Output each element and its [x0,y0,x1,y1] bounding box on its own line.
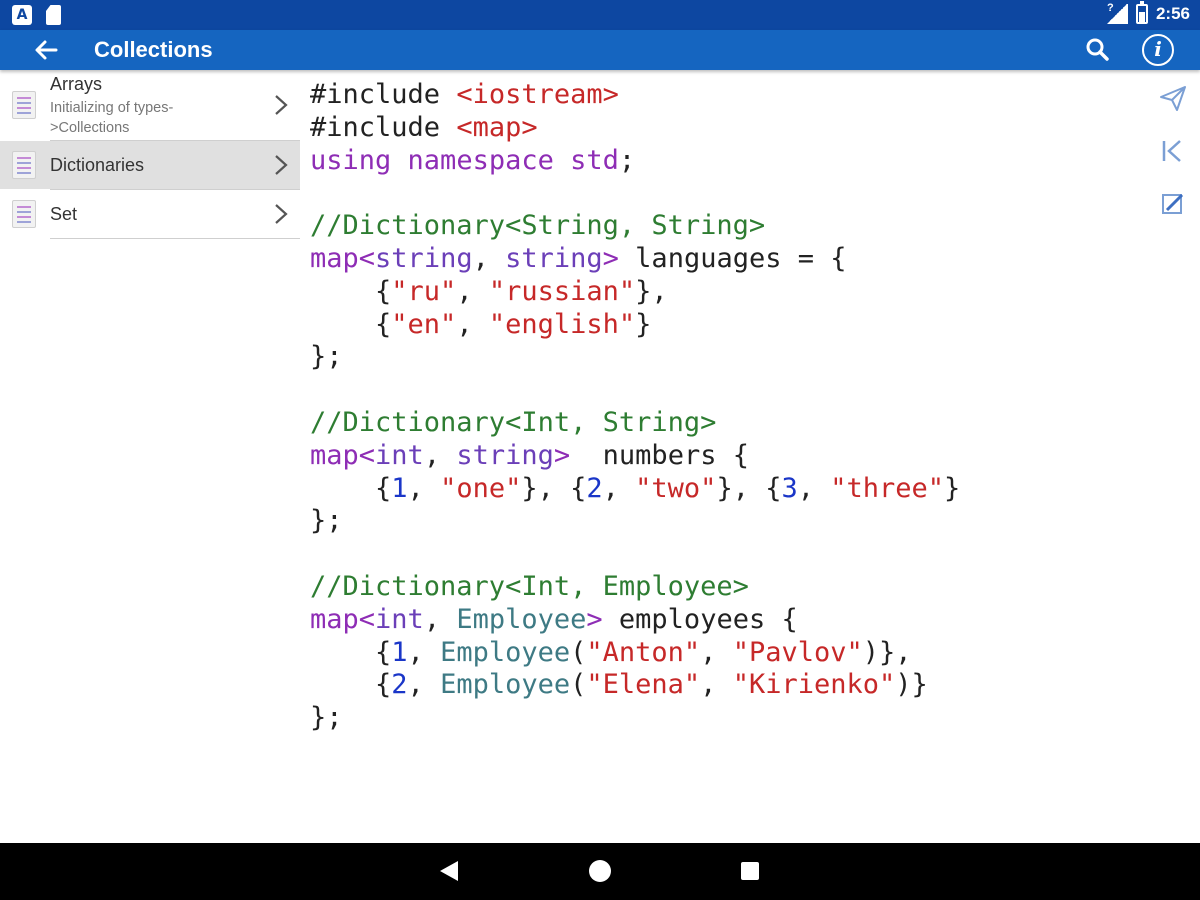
send-button[interactable] [1158,83,1188,113]
code-line: }; [310,505,343,537]
code-line: using namespace std; [310,144,636,176]
code-line: //Dictionary<Int, Employee> [310,570,749,602]
skip-back-icon [1162,140,1181,162]
arrow-left-icon [35,40,58,60]
code-line: }; [310,341,343,373]
code-line: map<string, string> languages = { [310,242,847,274]
code-line: //Dictionary<Int, String> [310,406,717,438]
navigation-bar [0,843,1200,900]
code-line: map<int, Employee> employees { [310,603,798,635]
code-line: #include <iostream> [310,79,619,110]
page-title: Collections [94,37,213,62]
code-line: {2, Employee("Elena", "Kirienko")} [310,669,928,701]
code-view: #include <iostream> #include <map> using n… [310,79,960,735]
info-button[interactable]: i [1142,34,1174,66]
search-button[interactable] [1083,35,1113,65]
sidebar-item-subtitle: Initializing of types->Collections [50,100,174,136]
code-line: {"en", "english"} [310,308,652,340]
signal-icon [1105,2,1128,24]
sidebar-item-dictionaries[interactable]: Dictionaries [0,141,300,189]
chevron-right-icon [275,155,288,175]
triangle-back-icon [440,861,458,881]
battery-icon [1135,1,1148,24]
search-icon [1086,38,1109,61]
status-bar: 2:56 [0,0,1200,30]
divider [50,238,300,239]
skip-back-button[interactable] [1158,136,1188,166]
sidebar-item-title: Dictionaries [50,155,145,175]
back-button[interactable] [30,34,62,66]
code-file-icon [12,200,36,228]
sidebar: Arrays Initializing of types->Collection… [0,70,300,843]
code-line: #include <map> [310,111,538,143]
nav-home-button[interactable] [589,860,611,882]
sidebar-item-title: Set [50,204,78,224]
sidebar-item-arrays[interactable]: Arrays Initializing of types->Collection… [0,70,300,140]
code-line: {1, Employee("Anton", "Pavlov")}, [310,636,912,668]
sidebar-item-title: Arrays [50,74,103,94]
status-time: 2:56 [1155,4,1190,23]
edit-button[interactable] [1158,189,1188,219]
code-file-icon [12,151,36,179]
file-notification-icon [46,5,61,25]
code-line: {1, "one"}, {2, "two"}, {3, "three"} [310,472,961,504]
chevron-right-icon [275,204,288,224]
code-line: map<int, string> numbers { [310,439,749,471]
edit-icon [1162,193,1184,214]
nav-recents-button[interactable] [741,862,759,880]
code-line: }; [310,702,343,734]
sidebar-item-set[interactable]: Set [0,190,300,238]
info-icon: i [1154,37,1162,61]
app-notification-icon [12,5,32,25]
code-line: //Dictionary<String, String> [310,210,766,242]
nav-back-button[interactable] [438,859,460,883]
code-file-icon [12,91,36,119]
send-icon [1160,86,1186,111]
app-bar: Collections i [0,30,1200,70]
code-line: {"ru", "russian"}, [310,275,668,307]
chevron-right-icon [275,95,288,115]
